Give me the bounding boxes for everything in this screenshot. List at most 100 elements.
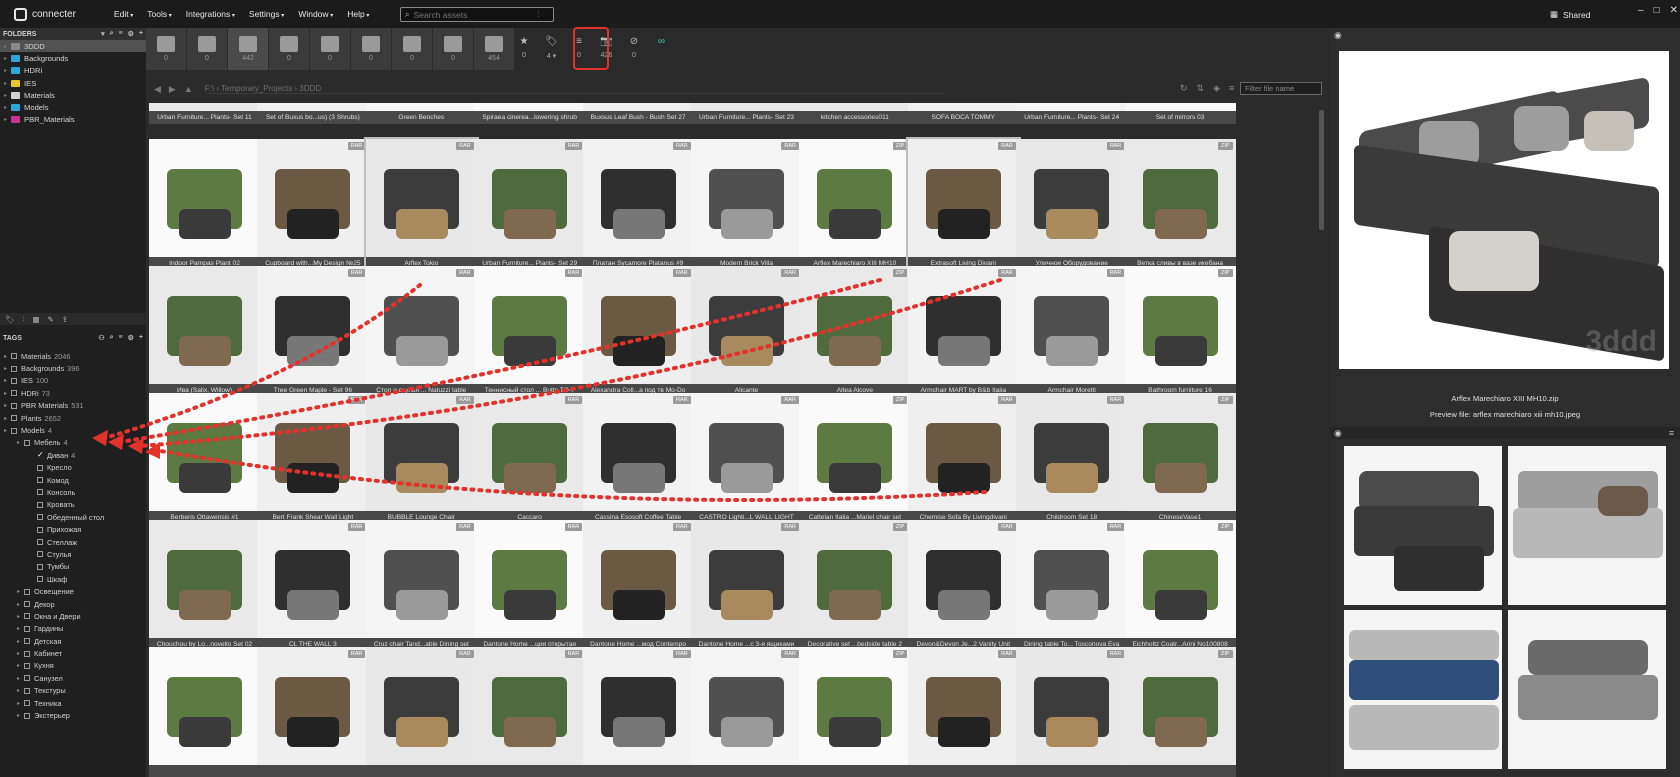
layers-icon[interactable]: ◈ — [1213, 83, 1220, 94]
grid-tab-icon[interactable]: ▦ — [32, 315, 39, 324]
filter-tag[interactable]: 🏷 4 ▾ — [542, 36, 562, 60]
tag-item[interactable]: ▸ Окна и Двери — [0, 610, 146, 622]
asset-thumbnail[interactable]: ZIP — [1124, 647, 1236, 777]
tag-checkbox[interactable] — [24, 650, 30, 657]
asset-thumbnail[interactable]: SOFA BOCA TOMMY — [907, 103, 1019, 124]
pin-icon[interactable]: ▾ — [101, 30, 105, 38]
shared-button[interactable]: ▦ Shared — [1550, 9, 1590, 20]
menu-tools[interactable]: Tools — [147, 9, 172, 19]
tag-checkbox[interactable] — [11, 390, 17, 397]
expand-icon[interactable]: ▸ — [4, 365, 11, 372]
filter-file-name-input[interactable]: Filter file name — [1240, 82, 1322, 95]
tag-checkbox[interactable] — [37, 501, 43, 508]
asset-thumbnail[interactable]: RAR Bert Frank Shear Wall Light — [257, 393, 369, 524]
tag-checkbox[interactable] — [24, 662, 30, 669]
tools-tab-icon[interactable]: ✎ — [48, 315, 54, 324]
expand-icon[interactable]: ▸ — [17, 687, 24, 694]
tag-checkbox[interactable] — [37, 464, 43, 471]
tag-checkbox[interactable] — [24, 638, 30, 645]
tag-checkbox[interactable] — [37, 539, 43, 546]
menu-edit[interactable]: Edit — [114, 9, 133, 19]
tag-checkbox[interactable] — [37, 563, 43, 570]
search-input[interactable] — [413, 9, 534, 20]
forward-arrow-icon[interactable]: ▶ — [169, 84, 176, 95]
add-icon[interactable]: + — [139, 30, 143, 38]
tag-checkbox[interactable] — [11, 402, 17, 409]
asset-thumbnail[interactable]: ZIP Ветка сливы в вазе икебана — [1124, 139, 1236, 270]
tag-checkbox[interactable] — [37, 576, 43, 583]
tag-checkbox[interactable] — [37, 489, 43, 496]
close-icon[interactable]: ✕ — [1670, 5, 1678, 16]
folder-item-models[interactable]: ▸ Models — [0, 101, 146, 113]
tag-checkbox[interactable] — [37, 514, 43, 521]
expand-icon[interactable]: ▸ — [4, 390, 11, 397]
tag-item[interactable]: Консоль — [0, 486, 146, 498]
search-folders-icon[interactable]: ⌕ — [110, 30, 114, 38]
asset-thumbnail[interactable]: RAR Chemise Sofa By Livingdivani — [907, 393, 1019, 524]
tag-item[interactable]: Прихожая — [0, 523, 146, 535]
type-filter-building[interactable]: 0 — [351, 28, 391, 70]
tag-checkbox[interactable] — [24, 712, 30, 719]
asset-thumbnail[interactable]: RAR Extrasoft Living Divani — [905, 137, 1021, 272]
thumbs-menu-icon[interactable]: ≡ — [1669, 428, 1674, 438]
asset-thumbnail[interactable]: ZIP Eichholtz Coatr...Arini No100808 — [1124, 520, 1236, 651]
asset-thumbnail[interactable]: Chouchou by Lo...novello Set 02 — [149, 520, 260, 651]
filter-link[interactable]: ∞ — [652, 36, 672, 52]
tag-add-icon[interactable]: + — [139, 334, 143, 342]
refresh-icon[interactable]: ↻ — [1180, 83, 1188, 94]
asset-thumbnail[interactable]: Urban Furniture... Plants- Set 11 — [149, 103, 260, 124]
tag-tab-icon[interactable]: 🏷 — [5, 315, 15, 324]
folder-item-pbr-materials[interactable]: ▸ PBR_Materials — [0, 114, 146, 126]
folder-item-materials[interactable]: ▸ Materials — [0, 89, 146, 101]
asset-thumbnail[interactable]: kitchen accessories011 — [799, 103, 911, 124]
expand-icon[interactable]: ▸ — [17, 712, 24, 719]
asset-thumbnail[interactable]: RAR Childroom Set 18 — [1016, 393, 1128, 524]
back-arrow-icon[interactable]: ◀ — [154, 84, 161, 95]
tag-item[interactable]: ▸ Гардины — [0, 623, 146, 635]
expand-icon[interactable]: ▸ — [17, 650, 24, 657]
asset-thumbnail[interactable]: RAR CL THE WALL 3 — [257, 520, 369, 651]
type-filter-video[interactable]: 0 — [269, 28, 309, 70]
filter-star[interactable]: ★ 0 — [514, 36, 534, 59]
expand-icon[interactable]: ▸ — [17, 638, 24, 645]
asset-thumbnail[interactable]: Set of mirrors 03 — [1124, 103, 1236, 124]
tag-item[interactable]: ▸ Мебель 4 — [0, 437, 146, 449]
tag-checkbox[interactable] — [24, 588, 30, 595]
asset-thumbnail[interactable]: RAR Cruz chair Tand...able Dining set — [365, 520, 477, 651]
filter-no-preview[interactable]: ⊘ 0 — [624, 36, 644, 59]
folder-item-hdri[interactable]: ▸ HDRi — [0, 65, 146, 77]
tag-checkbox[interactable] — [24, 601, 30, 607]
menu-integrations[interactable]: Integrations — [186, 9, 235, 19]
type-filter-document[interactable]: 454 — [474, 28, 514, 70]
preview-thumb-3[interactable] — [1344, 610, 1502, 769]
asset-thumbnail[interactable]: RAR Tree Green Maple - Set 96 — [257, 266, 369, 397]
tag-item[interactable]: ▸ IES 100 — [0, 375, 146, 387]
preview-thumb-1[interactable] — [1344, 446, 1502, 605]
asset-thumbnail[interactable]: ZIP ChineseVase1 — [1124, 393, 1236, 524]
tag-checkbox[interactable] — [24, 687, 30, 694]
menu-window[interactable]: Window — [298, 9, 333, 19]
asset-thumbnail[interactable]: RAR Dantone Home ...с 3-я ящиками — [691, 520, 802, 651]
expand-icon[interactable]: ▸ — [4, 427, 11, 434]
folder-item-3ddd[interactable]: ▸ 3DDD — [0, 40, 146, 53]
menu-help[interactable]: Help — [347, 9, 369, 19]
asset-thumbnail[interactable]: ZIP Cattelan Italia ...Mariel chair set — [799, 393, 911, 524]
asset-thumbnail[interactable]: RAR BUBBLE Lounge Chair — [365, 393, 477, 524]
asset-thumbnail[interactable]: RAR Cassina Esosoft Coffee Table — [582, 393, 694, 524]
type-filter-cube[interactable]: 0 — [146, 28, 186, 70]
asset-thumbnail[interactable]: RAR Теннисный стол ... Butts TO-7 — [474, 266, 586, 397]
asset-thumbnail[interactable]: RAR Стол и стулья ... Natuzzi table — [365, 266, 477, 397]
asset-thumbnail[interactable]: Indoor Pampas Plant 02 — [149, 139, 260, 270]
checked-icon[interactable]: ✓ — [37, 451, 44, 459]
asset-thumbnail[interactable]: RAR — [907, 647, 1019, 777]
tag-checkbox[interactable] — [11, 427, 17, 434]
filters-tab-icon[interactable]: ⫶ — [23, 314, 25, 324]
tag-checkbox[interactable] — [24, 625, 30, 632]
asset-thumbnail[interactable]: Urban Furniture... Plants- Set 24 — [1016, 103, 1128, 124]
tag-item[interactable]: ▸ Санузел — [0, 672, 146, 684]
share-tab-icon[interactable]: ⇪ — [62, 315, 68, 324]
tag-item[interactable]: Стулья — [0, 548, 146, 560]
preview-thumb-4[interactable] — [1508, 610, 1666, 769]
type-filter-audio[interactable]: 0 — [310, 28, 350, 70]
asset-thumbnail[interactable] — [149, 647, 260, 777]
